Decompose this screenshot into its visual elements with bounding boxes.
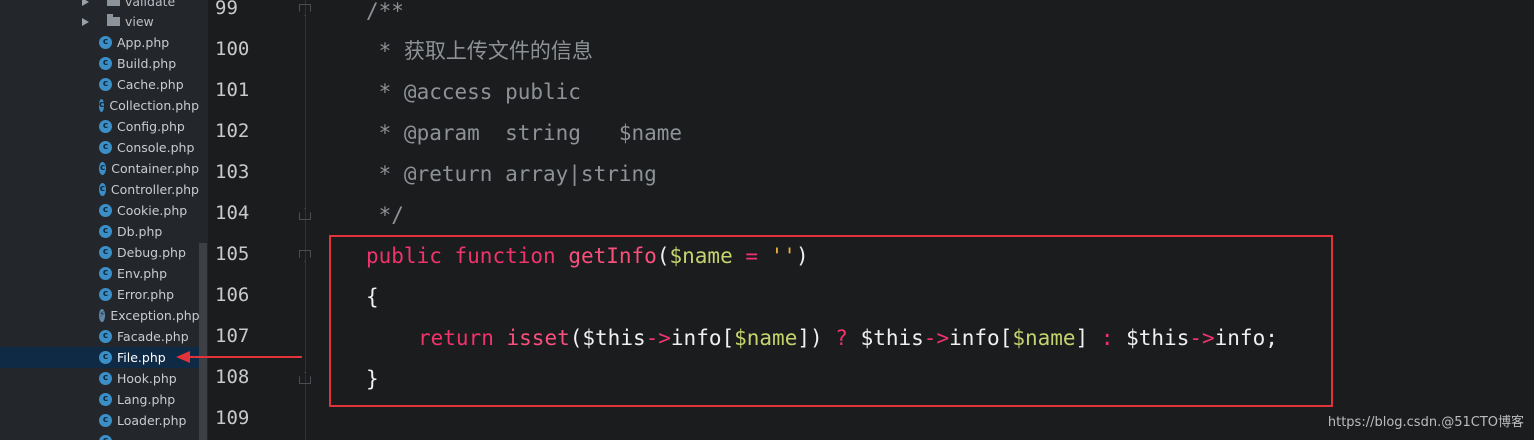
sidebar-scrollbar[interactable] — [199, 243, 207, 440]
file-label: Lang.php — [117, 392, 176, 407]
class-icon: c — [99, 246, 112, 259]
watermark: https://blog.csdn.@51CTO博客 — [1327, 415, 1524, 430]
line-number: 108 — [215, 366, 250, 388]
file-label: App.php — [117, 35, 170, 50]
folder-label: validate — [125, 0, 176, 9]
file-controller[interactable]: c Controller.php — [0, 179, 199, 200]
file-facade[interactable]: c Facade.php — [0, 326, 199, 347]
file-label: Exception.php — [110, 308, 200, 323]
class-icon: c — [99, 267, 112, 280]
class-icon: c — [99, 141, 112, 154]
file-cache[interactable]: c Cache.php — [0, 74, 199, 95]
line-number: 106 — [215, 284, 250, 306]
class-icon: c — [99, 204, 112, 217]
line-number: 105 — [215, 243, 250, 265]
folder-icon — [107, 14, 120, 26]
line-number: 107 — [215, 325, 250, 347]
line-number: 101 — [215, 79, 250, 101]
class-icon: c — [99, 435, 112, 440]
class-icon: c — [99, 330, 112, 343]
class-icon: c — [99, 78, 112, 91]
file-partial[interactable]: c — [0, 431, 199, 440]
annotation-arrow-line — [190, 356, 302, 358]
file-label: Container.php — [111, 161, 199, 176]
file-file-selected[interactable]: c File.php — [0, 347, 199, 368]
code-line-99[interactable]: /** — [366, 0, 404, 26]
class-icon: c — [99, 57, 112, 70]
file-label: Facade.php — [117, 329, 189, 344]
class-icon: c — [99, 372, 112, 385]
line-number: 102 — [215, 120, 250, 142]
code-line-100[interactable]: * 获取上传文件的信息 — [366, 36, 593, 66]
file-label: Loader.php — [117, 413, 187, 428]
file-cookie[interactable]: c Cookie.php — [0, 200, 199, 221]
file-label: Hook.php — [117, 371, 177, 386]
file-loader[interactable]: c Loader.php — [0, 410, 199, 431]
file-label: Env.php — [117, 266, 168, 281]
file-label: Db.php — [117, 224, 163, 239]
file-label: File.php — [117, 350, 166, 365]
file-collection[interactable]: c Collection.php — [0, 95, 199, 116]
file-label: Debug.php — [117, 245, 186, 260]
file-label: Cache.php — [117, 77, 184, 92]
class-icon: c — [99, 225, 112, 238]
line-number: 99 — [215, 0, 238, 19]
folder-view[interactable]: view — [82, 11, 154, 32]
file-config[interactable]: c Config.php — [0, 116, 199, 137]
file-env[interactable]: c Env.php — [0, 263, 199, 284]
file-label: Config.php — [117, 119, 185, 134]
file-container[interactable]: c Container.php — [0, 158, 199, 179]
class-icon: c — [99, 393, 112, 406]
folder-icon — [107, 0, 120, 6]
line-number: 104 — [215, 202, 250, 224]
code-line-101[interactable]: * @access public — [366, 77, 581, 107]
class-icon: c — [99, 120, 112, 133]
line-number: 100 — [215, 38, 250, 60]
class-icon: c — [99, 351, 112, 364]
file-label: Cookie.php — [117, 203, 188, 218]
class-icon: c — [99, 288, 112, 301]
file-db[interactable]: c Db.php — [0, 221, 199, 242]
file-hook[interactable]: c Hook.php — [0, 368, 199, 389]
class-icon: c — [99, 162, 107, 175]
file-exception[interactable]: ⚡ Exception.php — [0, 305, 200, 326]
class-icon: c — [99, 99, 105, 112]
code-line-104[interactable]: */ — [366, 200, 404, 230]
file-error[interactable]: c Error.php — [0, 284, 199, 305]
class-icon: c — [99, 36, 112, 49]
file-label: Build.php — [117, 56, 177, 71]
expand-arrow-icon[interactable] — [82, 0, 97, 6]
file-label: Error.php — [117, 287, 175, 302]
file-console[interactable]: c Console.php — [0, 137, 199, 158]
class-icon: c — [99, 414, 112, 427]
line-number: 109 — [215, 407, 250, 429]
exception-icon: ⚡ — [99, 309, 106, 322]
folder-label: view — [125, 14, 154, 29]
annotation-arrow-head-icon — [176, 351, 190, 363]
annotation-highlight-box — [329, 235, 1333, 407]
code-line-102[interactable]: * @param string $name — [366, 118, 682, 148]
file-debug[interactable]: c Debug.php — [0, 242, 199, 263]
expand-arrow-icon[interactable] — [82, 17, 97, 26]
class-icon: c — [99, 183, 106, 196]
file-label: Controller.php — [110, 182, 199, 197]
file-build[interactable]: c Build.php — [0, 53, 199, 74]
file-label: Collection.php — [109, 98, 199, 113]
file-lang[interactable]: c Lang.php — [0, 389, 199, 410]
file-label: Console.php — [117, 140, 195, 155]
project-tree-panel: validate view c App.php c Build.php c Cache… — [0, 0, 208, 440]
line-number: 103 — [215, 161, 250, 183]
file-app[interactable]: c App.php — [0, 32, 199, 53]
code-line-103[interactable]: * @return array|string — [366, 159, 657, 189]
